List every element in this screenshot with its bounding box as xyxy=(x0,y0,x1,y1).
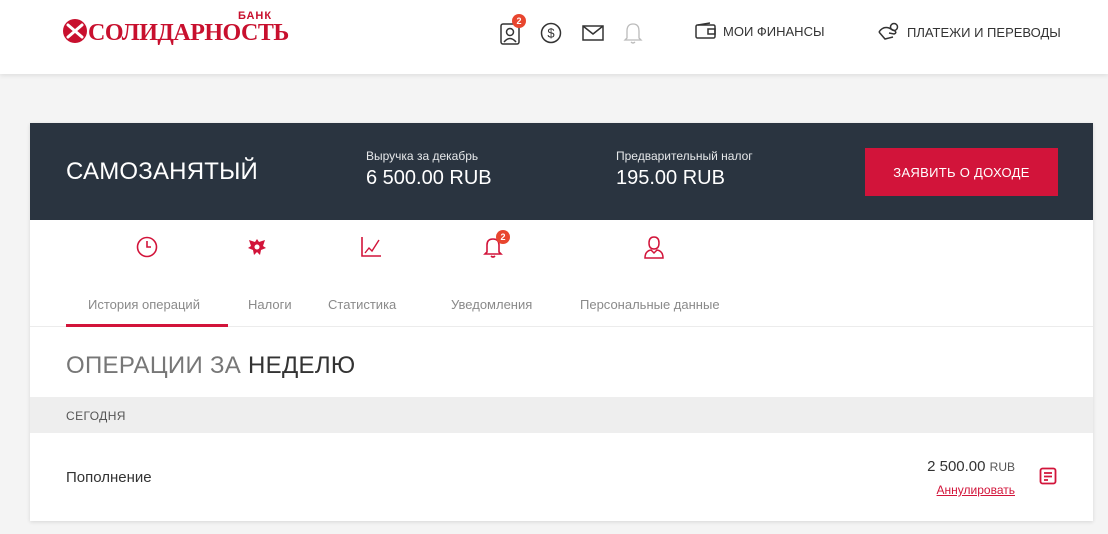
mail-icon[interactable] xyxy=(580,20,606,46)
summary-band: САМОЗАНЯТЫЙ Выручка за декабрь 6 500.00 … xyxy=(30,123,1093,220)
account-title: САМОЗАНЯТЫЙ xyxy=(66,158,258,185)
hand-coin-icon xyxy=(878,22,899,40)
tab-icons-row: 2 xyxy=(30,220,1093,270)
notifications-badge: 2 xyxy=(496,230,510,244)
operations-title: ОПЕРАЦИИ ЗА НЕДЕЛЮ xyxy=(66,352,355,380)
logo-mark-icon xyxy=(63,19,87,43)
active-tab-indicator xyxy=(66,324,228,327)
self-employed-card: САМОЗАНЯТЫЙ Выручка за декабрь 6 500.00 … xyxy=(30,123,1093,521)
user-icon[interactable] xyxy=(641,234,667,260)
revenue-stat: Выручка за декабрь 6 500.00 RUB xyxy=(366,149,492,190)
notifications-bell-icon[interactable]: 2 xyxy=(480,230,510,260)
tab-notifications[interactable]: Уведомления xyxy=(451,297,532,312)
day-group-header: СЕГОДНЯ xyxy=(30,397,1093,433)
operation-name: Пополнение xyxy=(66,469,152,486)
operation-amount-currency: RUB xyxy=(989,460,1015,474)
declare-income-button[interactable]: ЗАЯВИТЬ О ДОХОДЕ xyxy=(865,148,1058,196)
operation-amount: 2 500.00 RUB xyxy=(927,458,1015,475)
profile-icon[interactable]: 2 xyxy=(498,14,526,46)
profile-badge: 2 xyxy=(512,14,526,28)
operations-title-period[interactable]: НЕДЕЛЮ xyxy=(248,352,355,379)
tax-value: 195.00 RUB xyxy=(616,167,725,189)
tab-personal-data[interactable]: Персональные данные xyxy=(580,297,720,312)
currency-icon[interactable]: $ xyxy=(538,20,564,46)
svg-text:$: $ xyxy=(547,26,555,41)
logo-brand-word: СОЛИДАРНОСТЬ xyxy=(88,20,289,46)
top-header: БАНК СОЛИДАРНОСТЬ 2 $ МОИ ФИНАНСЫ ПЛАТЕЖ… xyxy=(0,0,1108,74)
tab-history[interactable]: История операций xyxy=(88,297,200,312)
annul-link[interactable]: Аннулировать xyxy=(937,483,1015,497)
chart-icon[interactable] xyxy=(358,234,384,260)
tab-statistics[interactable]: Статистика xyxy=(328,297,396,312)
tax-stat: Предварительный налог 195.00 RUB xyxy=(616,149,753,190)
bank-logo[interactable]: БАНК СОЛИДАРНОСТЬ xyxy=(62,10,292,50)
wallet-icon xyxy=(695,22,716,39)
operation-amount-value: 2 500.00 xyxy=(927,458,986,475)
tabs-bar: История операций Налоги Статистика Уведо… xyxy=(30,283,1093,327)
emblem-icon[interactable] xyxy=(244,234,270,260)
tax-label: Предварительный налог xyxy=(616,149,753,163)
day-label: СЕГОДНЯ xyxy=(66,409,126,423)
operations-title-light: ОПЕРАЦИИ ЗА xyxy=(66,352,242,379)
receipt-icon[interactable] xyxy=(1039,467,1057,485)
revenue-value: 6 500.00 RUB xyxy=(366,167,492,189)
clock-icon[interactable] xyxy=(134,234,160,260)
tab-taxes[interactable]: Налоги xyxy=(248,297,292,312)
payments-label: ПЛАТЕЖИ И ПЕРЕВОДЫ xyxy=(907,24,1061,40)
operation-row[interactable]: Пополнение 2 500.00 RUB Аннулировать xyxy=(30,433,1093,521)
revenue-label: Выручка за декабрь xyxy=(366,149,479,163)
bell-icon[interactable] xyxy=(620,20,646,46)
my-finances-link[interactable]: МОИ ФИНАНСЫ xyxy=(695,22,824,40)
payments-link[interactable]: ПЛАТЕЖИ И ПЕРЕВОДЫ xyxy=(877,22,1061,42)
my-finances-label: МОИ ФИНАНСЫ xyxy=(723,23,825,39)
